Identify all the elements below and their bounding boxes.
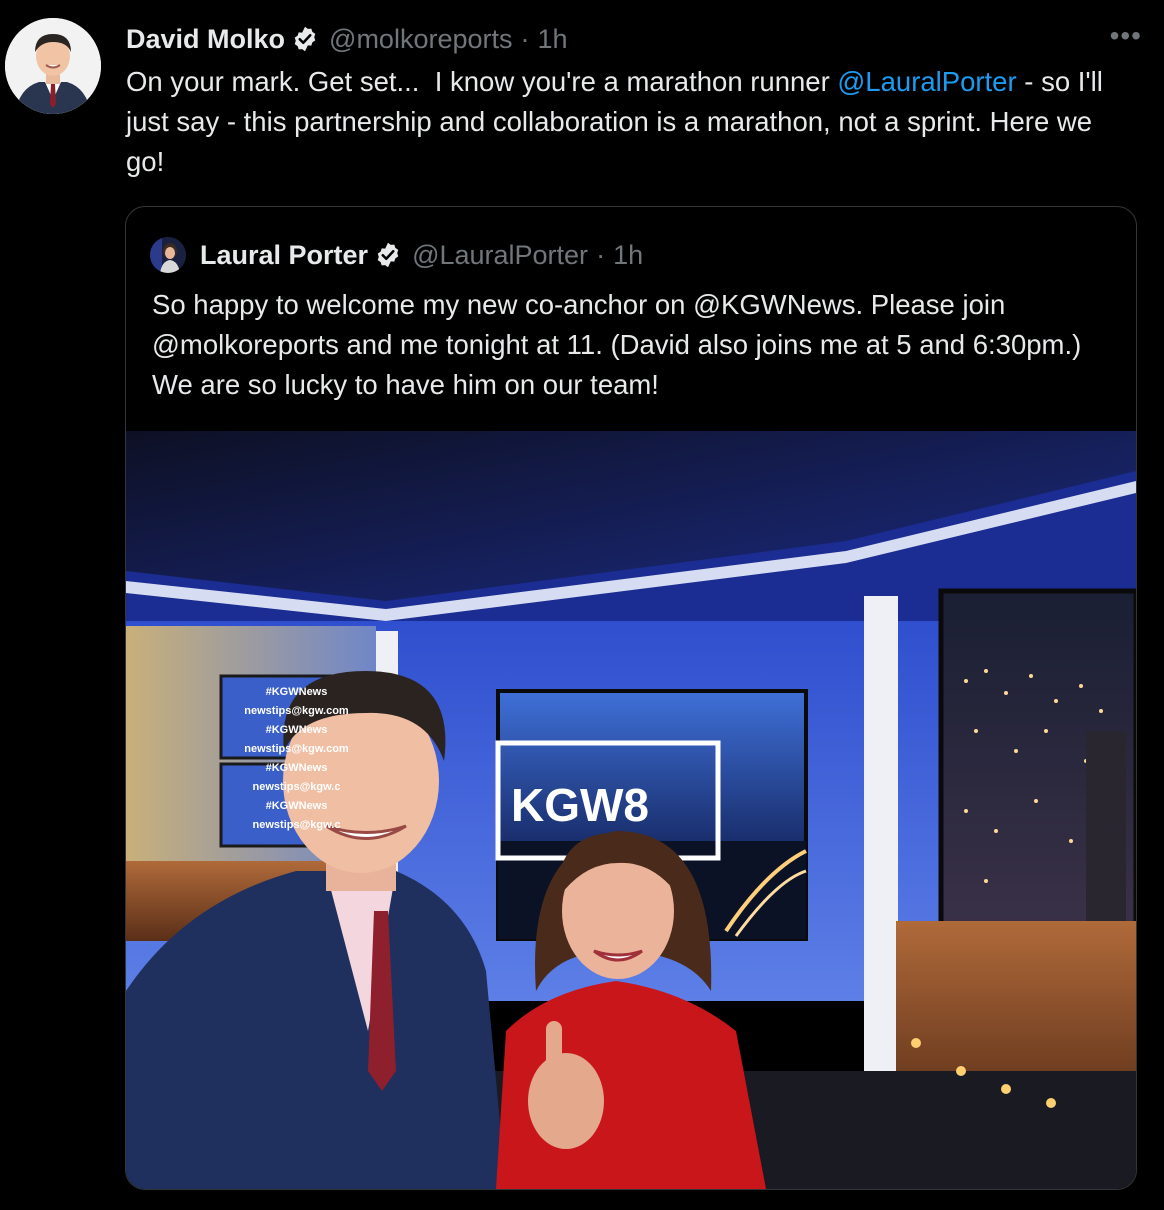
ticker-line: #KGWNews <box>265 686 328 698</box>
mention-link[interactable]: @LauralPorter <box>837 66 1016 97</box>
more-horizontal-icon[interactable]: ••• <box>1110 22 1142 50</box>
ticker-line: newstips@kgw.com <box>244 743 349 755</box>
quoted-tweet[interactable]: Laural Porter @LauralPorter · 1h So happ… <box>125 206 1137 1190</box>
ticker-panel: #KGWNews newstips@kgw.com #KGWNews newst… <box>224 683 369 835</box>
ticker-line: newstips@kgw.com <box>244 705 349 717</box>
tweet-header: David Molko @molkoreports · 1h <box>126 22 568 56</box>
tweet-time[interactable]: 1h <box>538 24 568 55</box>
ticker-line: newstips@kgw.c <box>252 781 341 793</box>
quoted-author-name[interactable]: Laural Porter <box>200 240 368 271</box>
screen-logo: KGW8 <box>511 779 649 831</box>
ticker-line: newstips@kgw.c <box>252 819 341 831</box>
quoted-time[interactable]: 1h <box>613 240 643 271</box>
author-avatar[interactable] <box>5 18 101 114</box>
ticker-line: #KGWNews <box>265 800 328 812</box>
ticker-line: #KGWNews <box>265 724 328 736</box>
tweet-text-part: On your mark. Get set... I know you're a… <box>126 66 838 97</box>
separator-dot: · <box>596 239 606 270</box>
author-name[interactable]: David Molko <box>126 24 285 55</box>
author-handle[interactable]: @molkoreports <box>329 24 512 55</box>
quoted-header: Laural Porter @LauralPorter · 1h <box>200 237 643 273</box>
verified-badge-icon <box>291 25 319 53</box>
separator-dot: · <box>520 23 530 54</box>
quoted-author-avatar[interactable] <box>150 237 186 273</box>
verified-badge-icon <box>374 241 402 269</box>
ticker-line: #KGWNews <box>265 762 328 774</box>
tweet-text: On your mark. Get set... I know you're a… <box>126 62 1136 182</box>
quoted-author-handle[interactable]: @LauralPorter <box>412 240 588 271</box>
quoted-text: So happy to welcome my new co-anchor on … <box>152 289 1082 400</box>
quoted-photo[interactable]: KGW8 #KGWNews newstips@kgw.com #KGWNews … <box>126 431 1136 1189</box>
